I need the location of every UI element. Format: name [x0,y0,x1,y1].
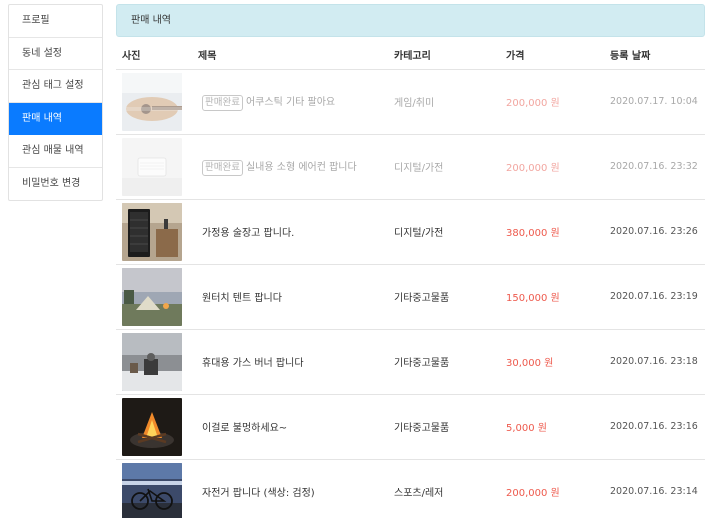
item-category: 디지털/가전 [394,163,444,174]
column-header-title: 제목 [198,51,217,63]
item-date: 2020.07.16. 23:19 [610,291,698,302]
gas-burner-photo[interactable] [122,332,182,391]
item-date: 2020.07.16. 23:18 [610,356,698,367]
item-price: 200,000 원 [506,163,560,174]
item-category: 디지털/가전 [394,228,444,239]
sidebar-item-watchlist[interactable]: 관심 매물 내역 [9,135,102,168]
table-row[interactable]: 자전거 팝니다 (색상: 검정) 스포츠/레저 200,000 원 2020.0… [116,458,705,518]
wine-fridge-photo[interactable] [122,202,182,261]
item-title-cell: 원터치 텐트 팝니다 [198,263,394,329]
table-row[interactable]: 이걸로 불멍하세요~ 기타중고물품 5,000 원 2020.07.16. 23… [116,393,705,459]
item-price: 150,000 원 [506,293,560,304]
item-title[interactable]: 자전거 팝니다 (색상: 검정) [202,488,315,499]
item-date: 2020.07.16. 23:14 [610,486,698,498]
sidebar-menu: 프로필 동네 설정 관심 태그 설정 판매 내역 관심 매물 내역 비밀번호 변… [8,4,103,201]
item-title-cell: 이걸로 불멍하세요~ [198,393,394,459]
table-header-row: 사진 제목 카테고리 가격 등록 날짜 [116,41,705,69]
item-price: 30,000 원 [506,358,554,369]
sold-badge: 판매완료 [202,94,243,111]
guitar-photo[interactable] [122,72,182,131]
sold-badge: 판매완료 [202,159,243,176]
item-title-cell: 휴대용 가스 버너 팝니다 [198,328,394,394]
item-title-cell: 판매완료 실내용 소형 에어컨 팝니다 [198,133,394,199]
sidebar-item-neighborhood-settings[interactable]: 동네 설정 [9,38,102,70]
item-category: 스포츠/레저 [394,488,444,500]
item-title[interactable]: 휴대용 가스 버너 팝니다 [202,358,304,369]
item-price: 5,000 원 [506,423,548,434]
item-title[interactable]: 이걸로 불멍하세요~ [202,423,287,434]
item-price: 200,000 원 [506,488,560,500]
item-date: 2020.07.17. 10:04 [610,96,698,107]
column-header-category: 카테고리 [394,51,431,63]
table-row[interactable]: 원터치 텐트 팝니다 기타중고물품 150,000 원 2020.07.16. … [116,263,705,329]
item-category: 기타중고물품 [394,293,450,304]
item-price: 200,000 원 [506,98,560,109]
sales-history-panel: 판매 내역 사진 제목 카테고리 가격 등록 날짜 판매완료 어쿠스틱 기타 팔… [116,4,705,518]
air-conditioner-photo[interactable] [122,137,182,196]
table-row[interactable]: 휴대용 가스 버너 팝니다 기타중고물품 30,000 원 2020.07.16… [116,328,705,394]
item-title[interactable]: 원터치 텐트 팝니다 [202,293,282,304]
item-title[interactable]: 실내용 소형 에어컨 팝니다 [246,162,357,173]
sidebar-item-interest-tags[interactable]: 관심 태그 설정 [9,70,102,103]
item-title[interactable]: 가정용 술장고 팝니다. [202,228,294,239]
column-header-date: 등록 날짜 [610,51,651,63]
item-category: 게임/취미 [394,98,435,109]
column-header-price: 가격 [506,51,525,63]
item-date: 2020.07.16. 23:32 [610,161,698,172]
sidebar-item-change-password[interactable]: 비밀번호 변경 [9,168,102,201]
item-category: 기타중고물품 [394,423,450,434]
item-category: 기타중고물품 [394,358,450,369]
tent-photo[interactable] [122,267,182,326]
item-title-cell: 자전거 팝니다 (색상: 검정) [198,458,394,518]
table-row[interactable]: 판매완료 실내용 소형 에어컨 팝니다 디지털/가전 200,000 원 2020… [116,133,705,199]
table-row[interactable]: 가정용 술장고 팝니다. 디지털/가전 380,000 원 2020.07.16… [116,198,705,264]
sales-table: 사진 제목 카테고리 가격 등록 날짜 판매완료 어쿠스틱 기타 팔아요 게임/… [116,41,705,518]
sidebar-item-sales-history[interactable]: 판매 내역 [9,102,102,135]
item-title[interactable]: 어쿠스틱 기타 팔아요 [246,97,335,108]
column-header-photo: 사진 [122,51,141,63]
table-row[interactable]: 판매완료 어쿠스틱 기타 팔아요 게임/취미 200,000 원 2020.07.… [116,68,705,134]
item-date: 2020.07.16. 23:26 [610,226,698,237]
item-title-cell: 판매완료 어쿠스틱 기타 팔아요 [198,68,394,134]
item-title-cell: 가정용 술장고 팝니다. [198,198,394,264]
item-price: 380,000 원 [506,228,560,239]
sidebar-item-profile[interactable]: 프로필 [9,5,102,38]
bicycle-photo[interactable] [122,462,182,518]
campfire-photo[interactable] [122,397,182,456]
page-title-banner: 판매 내역 [116,4,705,37]
item-date: 2020.07.16. 23:16 [610,421,698,432]
